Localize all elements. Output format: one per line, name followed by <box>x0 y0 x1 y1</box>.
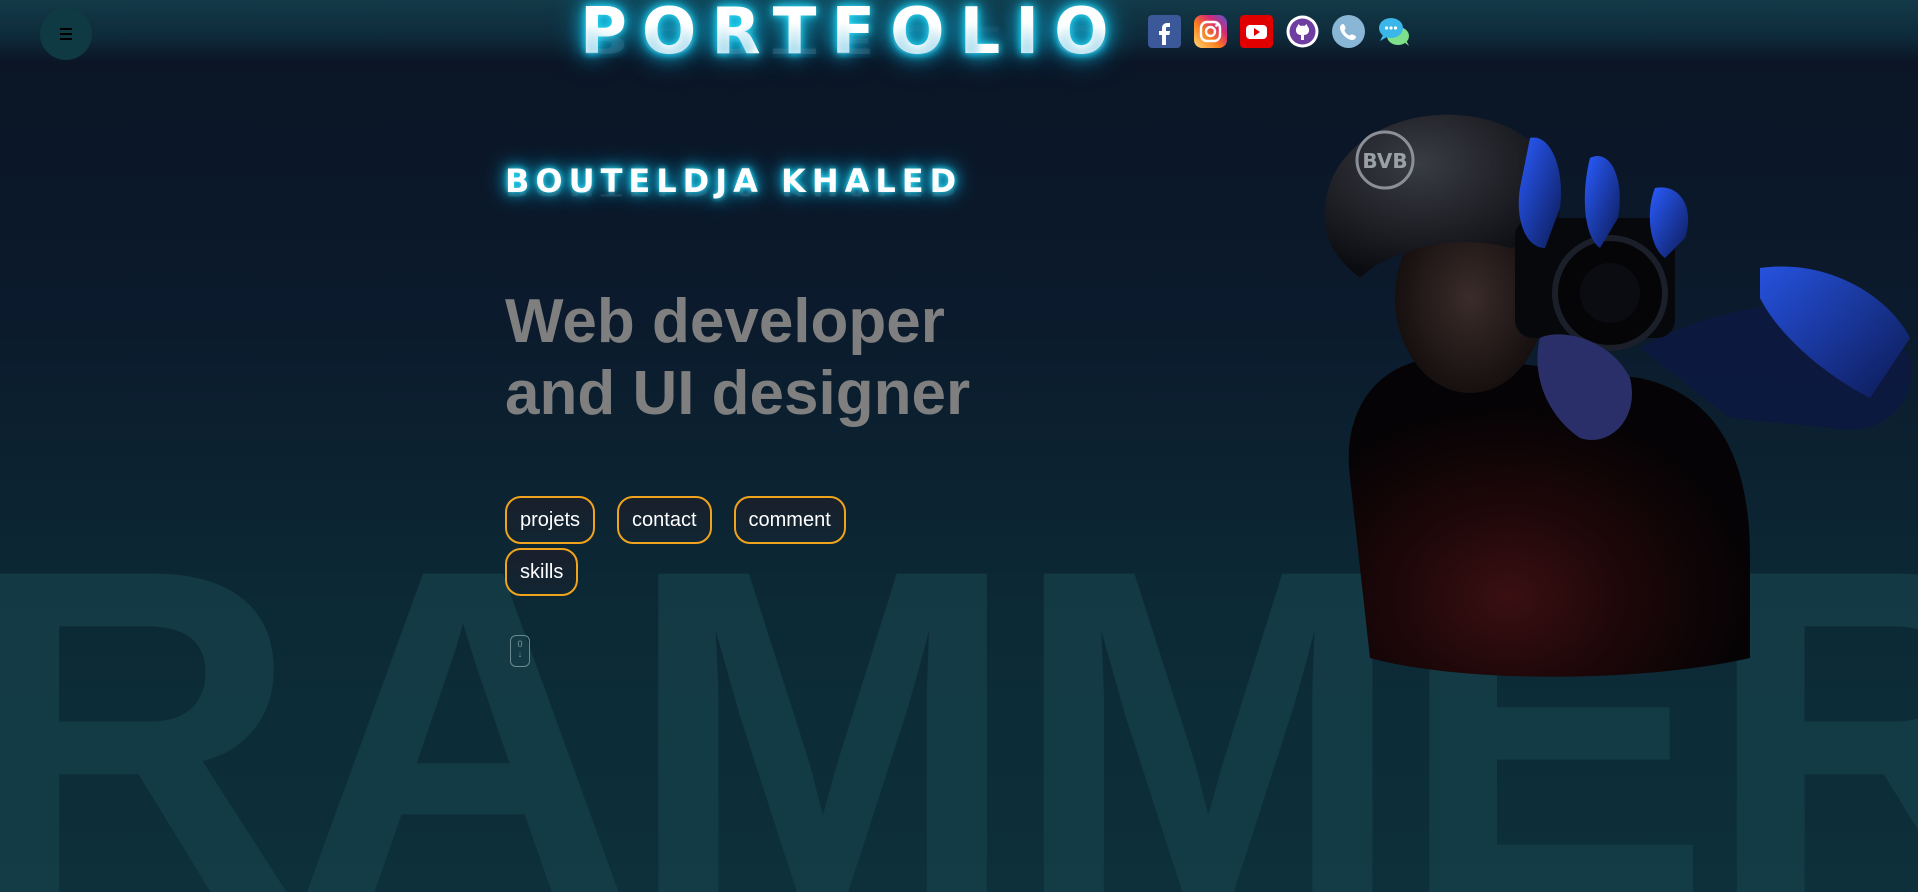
phone-icon[interactable] <box>1332 15 1365 48</box>
facebook-icon[interactable] <box>1148 15 1181 48</box>
hamburger-icon <box>60 27 72 42</box>
hero-nav: projets contact comment skills <box>505 496 905 600</box>
menu-button[interactable] <box>40 8 92 60</box>
instagram-icon[interactable] <box>1194 15 1227 48</box>
site-logo-reflection: PORTFOLIO <box>580 16 1124 61</box>
comment-button[interactable]: comment <box>733 496 846 544</box>
hero-headline: Web developer and UI designer <box>505 286 1065 430</box>
social-links <box>1148 15 1411 48</box>
headline-line-1: Web developer <box>505 287 945 356</box>
arrow-down-icon: ↓ <box>517 649 523 659</box>
github-icon[interactable] <box>1286 15 1319 48</box>
headline-line-2: and UI designer <box>505 359 971 428</box>
projets-button[interactable]: projets <box>505 496 596 544</box>
skills-button[interactable]: skills <box>505 548 579 596</box>
chat-icon[interactable] <box>1378 15 1411 48</box>
scroll-wheel-glyph: 0 <box>517 639 523 649</box>
youtube-icon[interactable] <box>1240 15 1273 48</box>
contact-button[interactable]: contact <box>617 496 712 544</box>
svg-text:BVB: BVB <box>1362 149 1407 173</box>
developer-name-reflection: BOUTELDJA KHALED <box>505 181 963 200</box>
scroll-down-icon[interactable]: 0 ↓ <box>510 635 530 667</box>
portrait-photo: BVB <box>1324 114 1912 677</box>
